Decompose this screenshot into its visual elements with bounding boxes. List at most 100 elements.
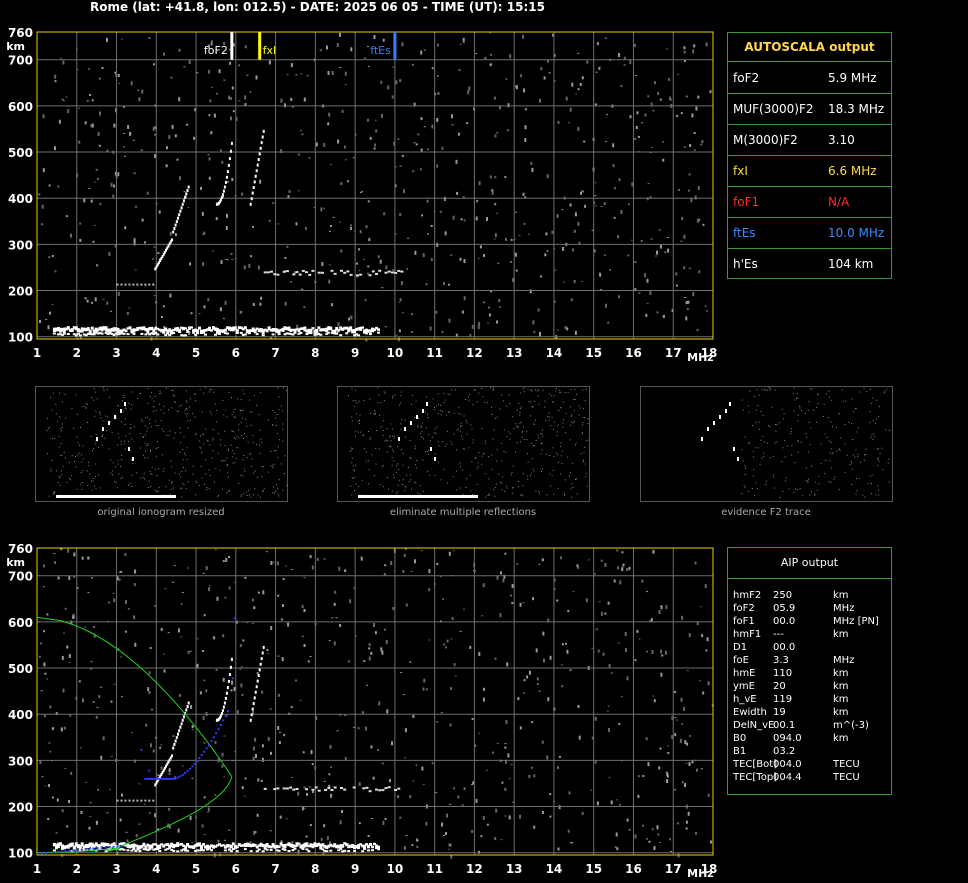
trace-point — [114, 332, 118, 335]
thumb-noise — [405, 436, 407, 438]
thumb-noise — [755, 409, 757, 411]
autoscala-key: h'Es — [733, 257, 758, 271]
noise-dot — [600, 206, 603, 207]
trace-point — [222, 705, 225, 709]
thumb-e-trace — [56, 495, 176, 498]
noise-dot — [98, 144, 101, 147]
noise-dot — [191, 841, 194, 843]
noise-dot — [201, 211, 204, 216]
noise-dot — [198, 313, 201, 315]
trace-point — [182, 199, 185, 203]
noise-dot — [338, 566, 341, 571]
thumb-noise — [781, 461, 783, 462]
noise-dot — [80, 747, 82, 749]
noise-dot — [107, 620, 109, 622]
thumb-noise — [184, 454, 186, 456]
trace-point — [181, 773, 184, 776]
noise-dot — [222, 195, 224, 199]
trace-point — [179, 209, 182, 213]
autoscala-value: 5.9 MHz — [828, 71, 877, 85]
noise-dot — [224, 300, 227, 305]
noise-dot — [327, 122, 330, 126]
trace-point — [259, 146, 262, 150]
thumb-noise — [458, 406, 460, 408]
thumb-noise — [93, 399, 95, 401]
noise-dot — [373, 623, 375, 627]
thumb-noise — [59, 428, 61, 430]
noise-dot — [653, 699, 656, 703]
thumb-noise — [495, 483, 497, 485]
thumb-noise — [194, 416, 196, 418]
thumb-noise — [555, 388, 557, 389]
thumb-noise — [764, 441, 765, 443]
trace-point — [225, 326, 229, 330]
trace-point — [235, 845, 239, 849]
noise-dot — [241, 192, 244, 196]
thumb-noise — [456, 489, 458, 491]
noise-dot — [618, 722, 621, 725]
noise-dot — [126, 839, 129, 843]
noise-dot — [203, 614, 206, 617]
thumb-noise — [744, 486, 746, 488]
autoscala-row: M(3000)F2 3.10 — [728, 124, 891, 156]
noise-dot — [328, 112, 331, 117]
noise-dot — [655, 255, 657, 257]
noise-dot — [183, 66, 186, 68]
trace-point — [163, 766, 166, 770]
thumb-noise — [515, 423, 517, 425]
noise-dot — [466, 122, 469, 125]
noise-dot — [110, 700, 113, 703]
trace-point — [202, 849, 205, 852]
thumb-noise — [358, 486, 360, 488]
thumb-noise — [470, 424, 472, 426]
thumb-noise — [145, 445, 147, 447]
thumb-noise — [420, 425, 422, 427]
thumb-noise — [468, 400, 470, 402]
thumb-noise — [165, 387, 167, 389]
thumb-noise — [244, 470, 246, 472]
thumb-noise — [401, 391, 402, 393]
noise-dot — [158, 210, 161, 214]
thumb-noise — [526, 431, 528, 433]
noise-dot — [666, 48, 669, 50]
noise-dot — [323, 558, 326, 560]
thumb-noise — [509, 438, 511, 440]
noise-dot — [339, 66, 342, 68]
trace-point — [263, 271, 267, 274]
trace-point — [262, 129, 265, 133]
trace-point — [371, 270, 375, 273]
trace-point — [229, 149, 232, 153]
thumb-noise — [466, 478, 468, 480]
thumb-noise — [793, 387, 795, 389]
noise-dot — [583, 140, 586, 143]
noise-dot — [302, 806, 305, 811]
noise-dot — [329, 841, 331, 846]
trace-point — [174, 223, 177, 227]
noise-dot — [594, 195, 597, 197]
thumb-trace — [733, 447, 735, 451]
noise-dot — [658, 610, 661, 614]
thumb-noise — [358, 431, 359, 433]
noise-dot — [523, 222, 526, 225]
thumb-noise — [144, 442, 146, 444]
noise-dot — [367, 272, 370, 275]
noise-dot — [511, 584, 514, 588]
noise-dot — [421, 766, 424, 771]
noise-dot — [675, 284, 678, 287]
noise-dot — [453, 663, 456, 667]
trace-point — [237, 326, 241, 330]
noise-dot — [506, 662, 509, 667]
noise-dot — [118, 82, 121, 84]
noise-dot — [201, 650, 204, 652]
thumb-noise — [227, 472, 229, 474]
noise-dot — [614, 846, 617, 849]
trace-point — [283, 848, 287, 851]
trace-point — [276, 787, 280, 790]
noise-dot — [180, 636, 183, 638]
thumb-noise — [118, 473, 120, 475]
trace-point — [256, 679, 259, 683]
thumb-noise — [544, 400, 546, 402]
noise-dot — [688, 762, 691, 766]
noise-dot — [61, 853, 64, 857]
thumb-noise — [845, 400, 847, 402]
